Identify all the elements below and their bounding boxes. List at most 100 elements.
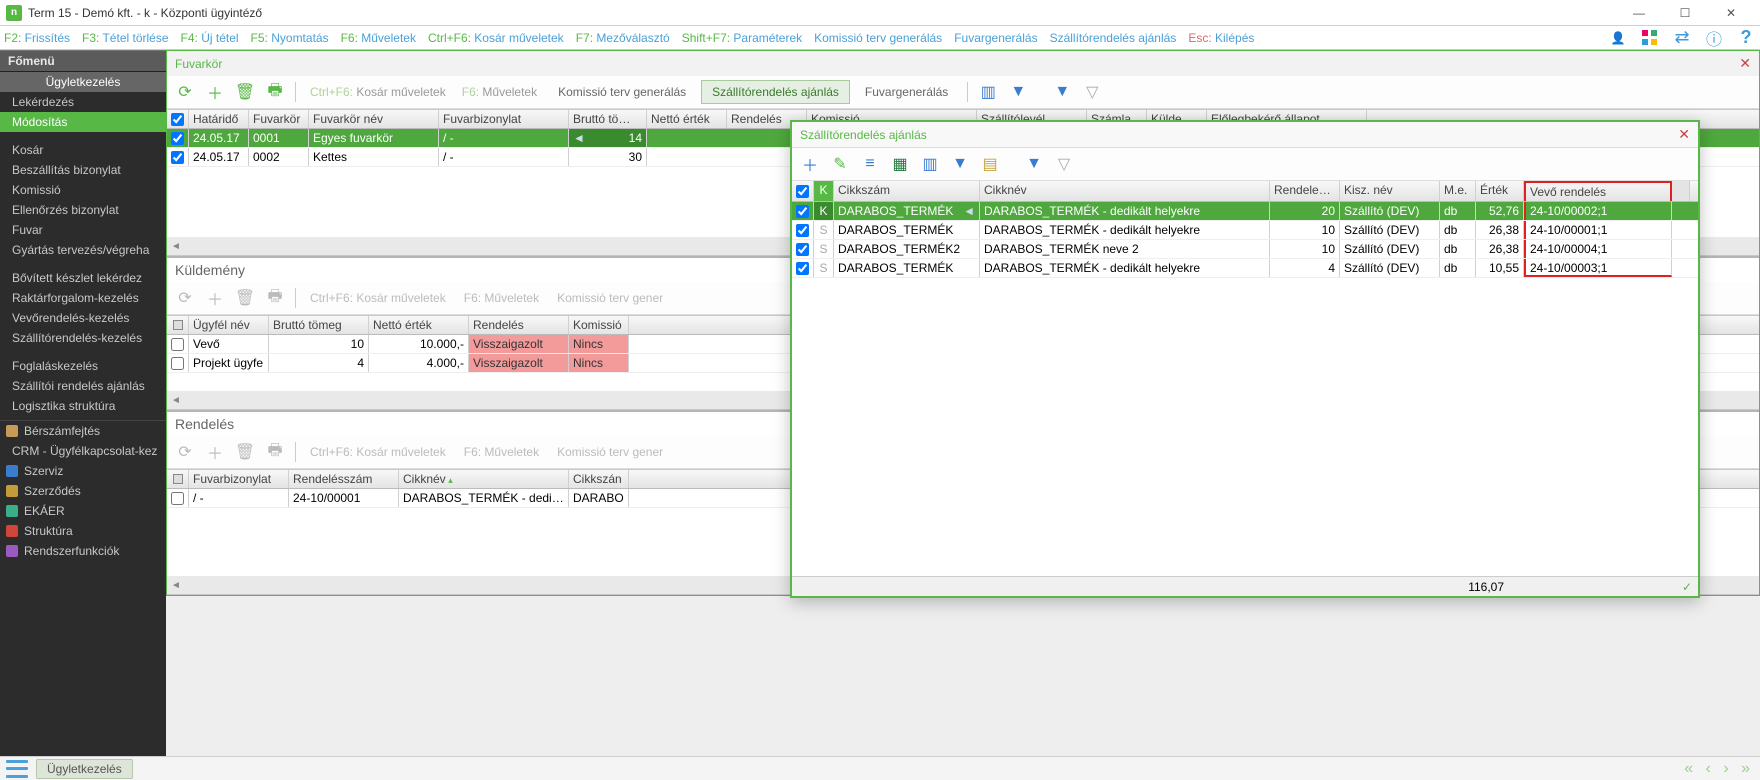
popup-close-icon[interactable]: ✕ <box>1678 126 1690 143</box>
add-icon[interactable]: ＋ <box>798 152 822 176</box>
column-header[interactable]: Rendelés <box>469 316 569 334</box>
toolbar-action[interactable]: Szállítórendelés ajánlás <box>701 80 850 104</box>
menu-item[interactable]: Fuvargenerálás <box>954 31 1037 45</box>
filter-icon[interactable]: ▼ <box>948 152 972 176</box>
column-header[interactable]: Határidő <box>189 110 249 128</box>
sidebar-item[interactable]: Foglaláskezelés <box>0 356 166 376</box>
delete-icon[interactable]: 🗑 <box>233 80 257 104</box>
sidebar-item[interactable]: Beszállítás bizonylat <box>0 160 166 180</box>
notes-icon[interactable]: ▤ <box>978 152 1002 176</box>
maximize-button[interactable]: ☐ <box>1662 1 1708 25</box>
column-header[interactable]: Fuvarkör név <box>309 110 439 128</box>
column-header[interactable]: K <box>814 181 834 201</box>
col-checkbox[interactable] <box>167 470 189 488</box>
list-icon[interactable]: ≡ <box>858 152 882 176</box>
column-header[interactable]: Cikkszán <box>569 470 629 488</box>
excel-icon[interactable]: ▦ <box>888 152 912 176</box>
menu-item[interactable]: F7: Mezőválasztó <box>576 31 670 45</box>
menu-item[interactable]: F2: Frissítés <box>4 31 70 45</box>
sidebar-item[interactable]: Fuvar <box>0 220 166 240</box>
menu-item[interactable]: F6: Műveletek <box>341 31 416 45</box>
close-button[interactable]: ✕ <box>1708 1 1754 25</box>
sidebar-item[interactable]: Szállítói rendelés ajánlás <box>0 376 166 396</box>
table-row[interactable]: KDARABOS_TERMÉK◄DARABOS_TERMÉK - dedikál… <box>792 202 1698 221</box>
menu-item[interactable]: Shift+F7: Paraméterek <box>682 31 802 45</box>
menu-item[interactable]: Komissió terv generálás <box>814 31 942 45</box>
column-header[interactable]: Komissió <box>569 316 629 334</box>
sidebar-item[interactable]: Gyártás tervezés/végreha <box>0 240 166 260</box>
sidebar-module[interactable]: Rendszerfunkciók <box>0 541 166 561</box>
column-header[interactable]: Nettó érték <box>369 316 469 334</box>
sidebar-module[interactable]: Bérszámfejtés <box>0 421 166 441</box>
sidebar-item[interactable]: Bővített készlet lekérdez <box>0 268 166 288</box>
minimize-button[interactable]: — <box>1616 1 1662 25</box>
sidebar-item[interactable]: Módosítás <box>0 112 166 132</box>
column-header[interactable]: Fuvarkör <box>249 110 309 128</box>
sidebar-item[interactable]: Vevőrendelés-kezelés <box>0 308 166 328</box>
column-header[interactable]: Bruttó tömeg <box>269 316 369 334</box>
column-header[interactable]: Rendelendő <box>1270 181 1340 201</box>
col-checkbox[interactable] <box>792 181 814 201</box>
column-header[interactable]: Ügyfél név <box>189 316 269 334</box>
filter-clear-icon[interactable]: ▽ <box>1052 152 1076 176</box>
column-header[interactable]: Bruttó tö… <box>569 110 647 128</box>
column-header[interactable]: Fuvarbizonylat <box>439 110 569 128</box>
column-header[interactable]: Cikknév <box>980 181 1270 201</box>
sidebar-module[interactable]: Szerződés <box>0 481 166 501</box>
col-checkbox[interactable] <box>167 110 189 128</box>
add-icon[interactable]: ＋ <box>203 80 227 104</box>
menu-item[interactable]: Ctrl+F6: Kosár műveletek <box>428 31 564 45</box>
refresh-icon[interactable]: ⟳ <box>173 80 197 104</box>
confirm-icon[interactable]: ✓ <box>1676 580 1698 594</box>
toolbar-action[interactable]: Komissió terv generálás <box>547 80 697 104</box>
filter-active-icon[interactable]: ▼ <box>1050 80 1074 104</box>
col-checkbox[interactable] <box>167 316 189 334</box>
fuvarkor-close-icon[interactable]: ✕ <box>1739 55 1751 72</box>
menu-item[interactable]: F5: Nyomtatás <box>251 31 329 45</box>
menu-item[interactable]: F4: Új tétel <box>181 31 239 45</box>
sidebar-module[interactable]: CRM - Ügyfélkapcsolat-kez <box>0 441 166 461</box>
sidebar-item[interactable]: Lekérdezés <box>0 92 166 112</box>
column-header[interactable]: Kisz. név <box>1340 181 1440 201</box>
table-row[interactable]: SDARABOS_TERMÉK2DARABOS_TERMÉK neve 210S… <box>792 240 1698 259</box>
column-header[interactable]: Fuvarbizonylat <box>189 470 289 488</box>
sidebar-item[interactable]: Raktárforgalom-kezelés <box>0 288 166 308</box>
filter-icon[interactable]: ▼ <box>1006 80 1030 104</box>
popup-grid[interactable]: KCikkszámCikknévRendelendőKisz. névM.e.É… <box>792 181 1698 596</box>
print-icon[interactable]: 🖶 <box>263 80 287 104</box>
edit-icon[interactable]: ✎ <box>828 152 852 176</box>
user-icon[interactable]: 👤 <box>1608 28 1628 48</box>
help-icon[interactable]: ? <box>1736 28 1756 48</box>
toolbar-action[interactable]: Fuvargenerálás <box>854 80 959 104</box>
columns-icon[interactable]: ▥ <box>976 80 1000 104</box>
column-header[interactable]: Vevő rendelés <box>1524 181 1672 201</box>
sidebar-item[interactable]: Komissió <box>0 180 166 200</box>
status-module-badge[interactable]: Ügyletkezelés <box>36 759 133 779</box>
toolbar-action[interactable]: Ctrl+F6: Kosár műveletek <box>304 85 452 99</box>
sidebar-item[interactable]: Szállítórendelés-kezelés <box>0 328 166 348</box>
sidebar-module[interactable]: Struktúra <box>0 521 166 541</box>
menu-item[interactable]: Esc: Kilépés <box>1188 31 1254 45</box>
column-header[interactable]: Érték <box>1476 181 1524 201</box>
sidebar-module[interactable]: EKÁER <box>0 501 166 521</box>
filter-clear-icon[interactable]: ▽ <box>1080 80 1104 104</box>
info-icon[interactable]: ⓘ <box>1704 28 1724 48</box>
sidebar-item[interactable]: Ellenőrzés bizonylat <box>0 200 166 220</box>
column-header[interactable]: M.e. <box>1440 181 1476 201</box>
apps-icon[interactable] <box>1640 28 1660 48</box>
sidebar-item[interactable]: Kosár <box>0 140 166 160</box>
table-row[interactable]: SDARABOS_TERMÉKDARABOS_TERMÉK - dedikált… <box>792 221 1698 240</box>
column-header[interactable]: Rendelésszám <box>289 470 399 488</box>
sidebar-module[interactable]: Szerviz <box>0 461 166 481</box>
hamburger-icon[interactable] <box>6 760 28 778</box>
sync-icon[interactable]: ⇄ <box>1672 28 1692 48</box>
menu-item[interactable]: Szállítórendelés ajánlás <box>1050 31 1177 45</box>
toolbar-action[interactable]: F6: Műveletek <box>456 85 543 99</box>
filter-active-icon[interactable]: ▼ <box>1022 152 1046 176</box>
column-header[interactable]: Nettó érték <box>647 110 727 128</box>
column-header[interactable]: Cikknév <box>399 470 569 488</box>
menu-item[interactable]: F3: Tétel törlése <box>82 31 169 45</box>
table-row[interactable]: SDARABOS_TERMÉKDARABOS_TERMÉK - dedikált… <box>792 259 1698 278</box>
columns-icon[interactable]: ▥ <box>918 152 942 176</box>
column-header[interactable]: Cikkszám <box>834 181 980 201</box>
